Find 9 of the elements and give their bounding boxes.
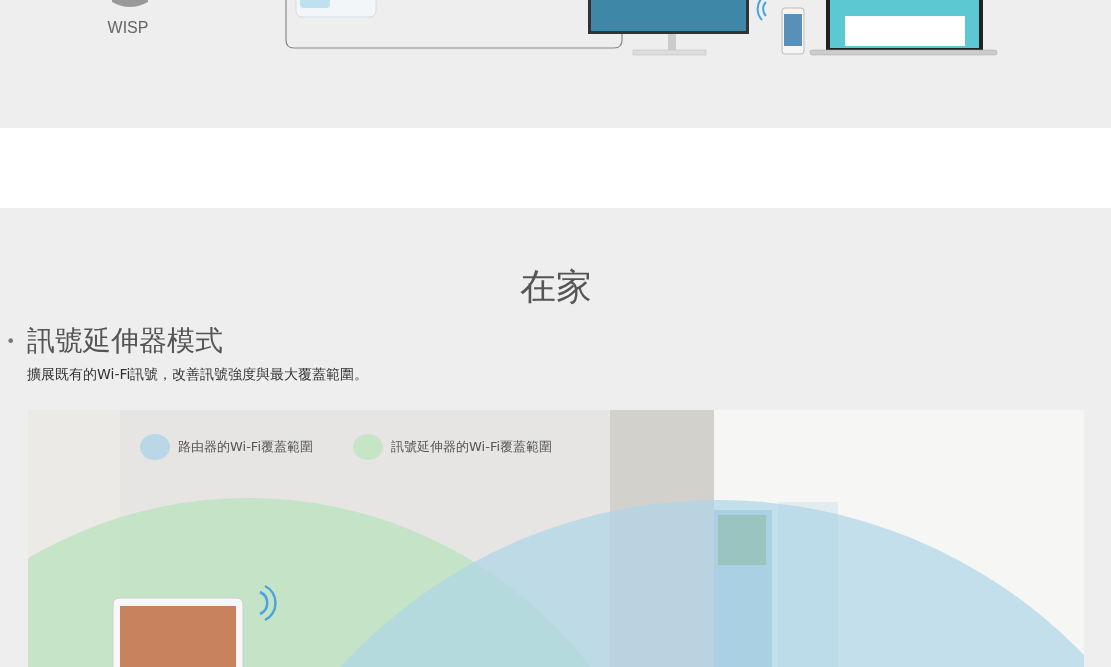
wisp-label: WISP — [107, 19, 149, 36]
bullet: • — [6, 331, 17, 351]
phone-drawing — [781, 7, 805, 55]
section-title: 在家 — [518, 266, 593, 308]
wifi-icon — [756, 0, 767, 21]
legend-label: 訊號延伸器的Wi-Fi覆蓋範圍 — [391, 438, 553, 456]
legend-label: 路由器的Wi-Fi覆蓋範圍 — [178, 438, 313, 456]
mode-title: 訊號延伸器模式 — [27, 324, 223, 358]
mode-description: 擴展既有的Wi-Fi訊號，改善訊號強度與最大覆蓋範圍。 — [27, 365, 370, 384]
